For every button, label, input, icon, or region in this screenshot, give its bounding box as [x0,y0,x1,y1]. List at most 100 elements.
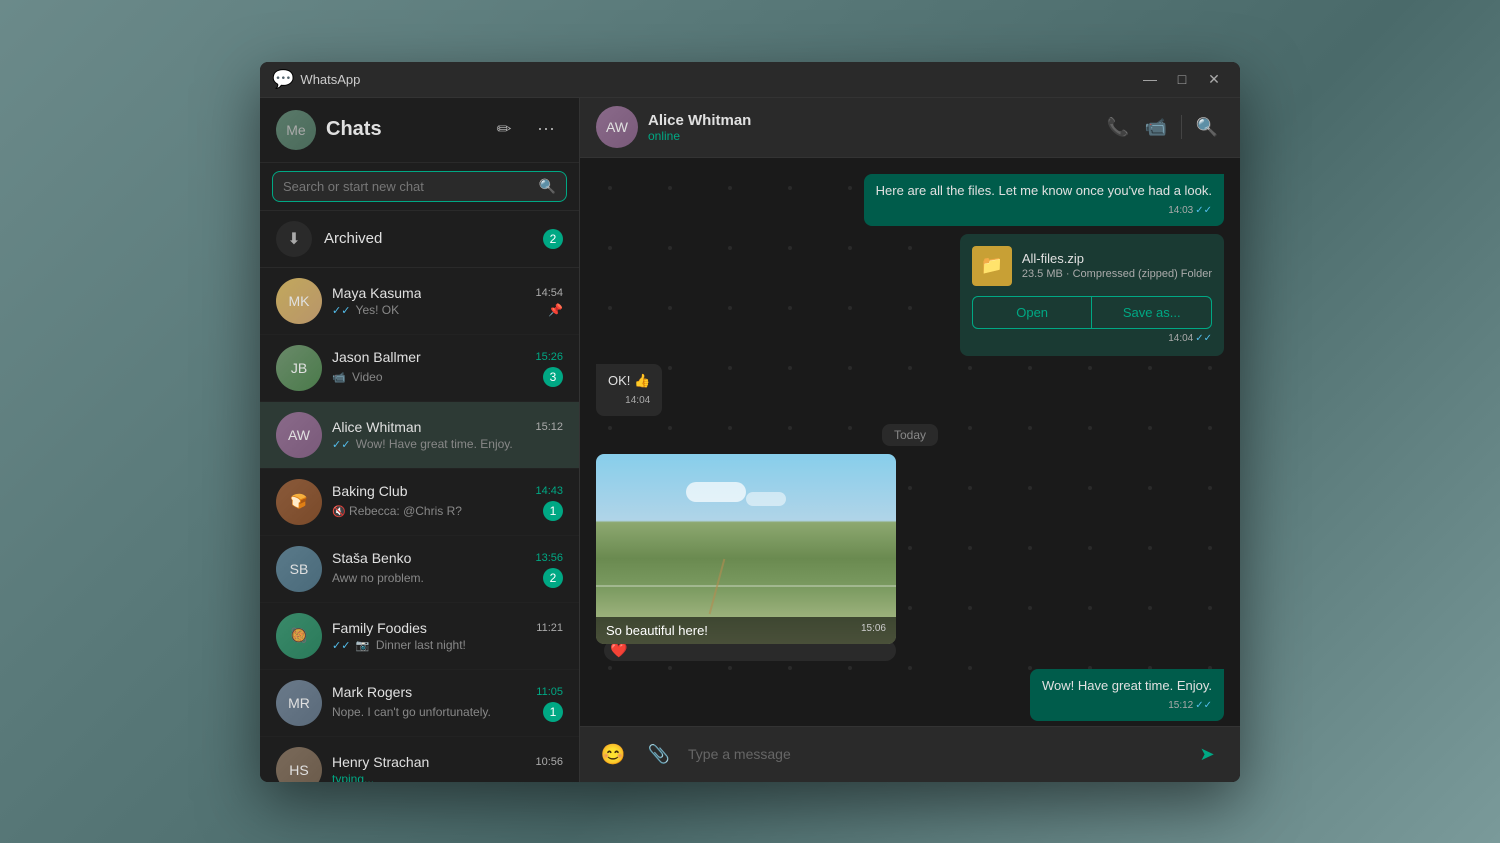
chat-time-jason: 15:26 [535,351,563,363]
archived-row[interactable]: ⬇ Archived 2 [260,211,579,268]
avatar-henry: HS [276,747,322,782]
chat-item-family[interactable]: 🥘 Family Foodies 11:21 ✓✓ 📷 Dinner last … [260,603,579,670]
message-3-text: OK! 👍 [608,373,650,388]
chat-item-baking[interactable]: 🍞 Baking Club 14:43 🔇 Rebecca: @Chris R?… [260,469,579,536]
message-1: Here are all the files. Let me know once… [864,174,1224,226]
minimize-button[interactable]: — [1136,65,1164,93]
photo-caption: So beautiful here! 15:06 [596,617,896,644]
avatar-mark: MR [276,680,322,726]
cloud2 [746,492,786,506]
search-bar: 🔍 [260,163,579,211]
avatar-stasa: SB [276,546,322,592]
open-file-button[interactable]: Open [973,297,1093,328]
file-bubble: 📁 All-files.zip 23.5 MB · Compressed (zi… [960,234,1224,356]
file-size: 23.5 MB · Compressed (zipped) Folder [1022,268,1212,280]
menu-button[interactable]: ⋯ [529,113,563,147]
messages-area: Here are all the files. Let me know once… [580,158,1240,726]
message-3-time: 14:04 [608,394,650,408]
date-separator: Today [882,424,938,446]
chat-name-mark: Mark Rogers [332,684,412,700]
badge-mark: 1 [543,702,563,722]
message-input[interactable] [688,746,1178,762]
header-divider [1181,115,1182,139]
avatar-alice: AW [276,412,322,458]
chat-preview-maya: ✓✓ Yes! OK [332,303,548,317]
chat-preview-baking: 🔇 Rebecca: @Chris R? [332,504,543,518]
read-tick-family: ✓✓ [332,640,350,652]
message-6-text: Wow! Have great time. Enjoy. [1042,678,1212,693]
chat-item-henry[interactable]: HS Henry Strachan 10:56 typing... [260,737,579,782]
app-logo: 💬 [272,69,294,90]
maximize-button[interactable]: □ [1168,65,1196,93]
file-message-time: 14:04 ✓✓ [972,333,1212,344]
chat-info-maya: Maya Kasuma 14:54 ✓✓ Yes! OK 📌 [332,285,563,317]
chat-info-mark: Mark Rogers 11:05 Nope. I can't go unfor… [332,684,563,722]
sidebar-title: Chats [326,118,477,141]
pin-icon-maya: 📌 [548,303,563,317]
avatar-baking: 🍞 [276,479,322,525]
archived-label: Archived [324,230,543,247]
chat-name-jason: Jason Ballmer [332,349,421,365]
cloud1 [686,482,746,502]
chat-item-alice[interactable]: AW Alice Whitman 15:12 ✓✓ Wow! Have grea… [260,402,579,469]
chat-preview-stasa: Aww no problem. [332,571,543,585]
chat-info-family: Family Foodies 11:21 ✓✓ 📷 Dinner last ni… [332,620,563,652]
chat-info-jason: Jason Ballmer 15:26 📹 Video 3 [332,349,563,387]
path-line [709,559,726,615]
chat-info-baking: Baking Club 14:43 🔇 Rebecca: @Chris R? 1 [332,483,563,521]
sidebar-header: Me Chats ✏ ⋯ [260,98,579,163]
chat-name-baking: Baking Club [332,483,408,499]
search-input[interactable] [283,179,539,194]
attach-button[interactable]: 📎 [642,737,676,771]
read-tick-msg1: ✓✓ [1195,204,1212,218]
chat-time-stasa: 13:56 [535,552,563,564]
compose-button[interactable]: ✏ [487,113,521,147]
window-controls: — □ ✕ [1136,65,1228,93]
message-6-time: 15:12 ✓✓ [1042,699,1212,713]
chat-name-maya: Maya Kasuma [332,285,421,301]
chat-header-avatar[interactable]: AW [596,106,638,148]
video-call-button[interactable]: 📹 [1139,110,1173,144]
read-tick-file: ✓✓ [1195,333,1212,344]
chat-item-mark[interactable]: MR Mark Rogers 11:05 Nope. I can't go un… [260,670,579,737]
chat-time-baking: 14:43 [535,485,563,497]
voice-call-button[interactable]: 📞 [1101,110,1135,144]
message-1-time: 14:03 ✓✓ [876,204,1212,218]
avatar-family: 🥘 [276,613,322,659]
chat-item-jason[interactable]: JB Jason Ballmer 15:26 📹 Video 3 [260,335,579,402]
close-button[interactable]: ✕ [1200,65,1228,93]
sidebar-header-icons: ✏ ⋯ [487,113,563,147]
app-title: WhatsApp [300,72,1136,87]
read-tick-alice: ✓✓ [332,439,350,451]
chat-info-stasa: Staša Benko 13:56 Aww no problem. 2 [332,550,563,588]
chat-name-stasa: Staša Benko [332,550,411,566]
save-file-button[interactable]: Save as... [1092,297,1211,328]
badge-jason: 3 [543,367,563,387]
chat-list: ⬇ Archived 2 MK Maya Kasuma 14:54 [260,211,579,782]
mountain-photo [596,454,896,644]
chat-header-info: Alice Whitman online [648,112,1091,143]
chat-name-family: Family Foodies [332,620,427,636]
emoji-button[interactable]: 😊 [596,737,630,771]
chat-preview-henry: typing... [332,772,563,782]
chat-time-alice: 15:12 [535,421,563,433]
chat-time-family: 11:21 [536,622,563,634]
chat-info-alice: Alice Whitman 15:12 ✓✓ Wow! Have great t… [332,419,563,451]
search-in-chat-button[interactable]: 🔍 [1190,110,1224,144]
avatar-jason: JB [276,345,322,391]
sidebar: Me Chats ✏ ⋯ 🔍 ⬇ Archiv [260,98,580,782]
date-separator-label: Today [894,428,926,442]
my-avatar[interactable]: Me [276,110,316,150]
chat-time-maya: 14:54 [535,287,563,299]
read-tick-msg6: ✓✓ [1195,699,1212,713]
chat-area: AW Alice Whitman online 📞 📹 🔍 Here are a… [580,98,1240,782]
camera-icon-family: 📷 [356,640,370,652]
chat-header-status: online [648,129,1091,143]
send-button[interactable]: ➤ [1190,737,1224,771]
chat-item-maya[interactable]: MK Maya Kasuma 14:54 ✓✓ Yes! OK 📌 [260,268,579,335]
video-icon-jason: 📹 [332,372,346,384]
file-actions: Open Save as... [972,296,1212,329]
chat-item-stasa[interactable]: SB Staša Benko 13:56 Aww no problem. 2 [260,536,579,603]
app-body: Me Chats ✏ ⋯ 🔍 ⬇ Archiv [260,98,1240,782]
read-tick-maya: ✓✓ [332,305,350,317]
